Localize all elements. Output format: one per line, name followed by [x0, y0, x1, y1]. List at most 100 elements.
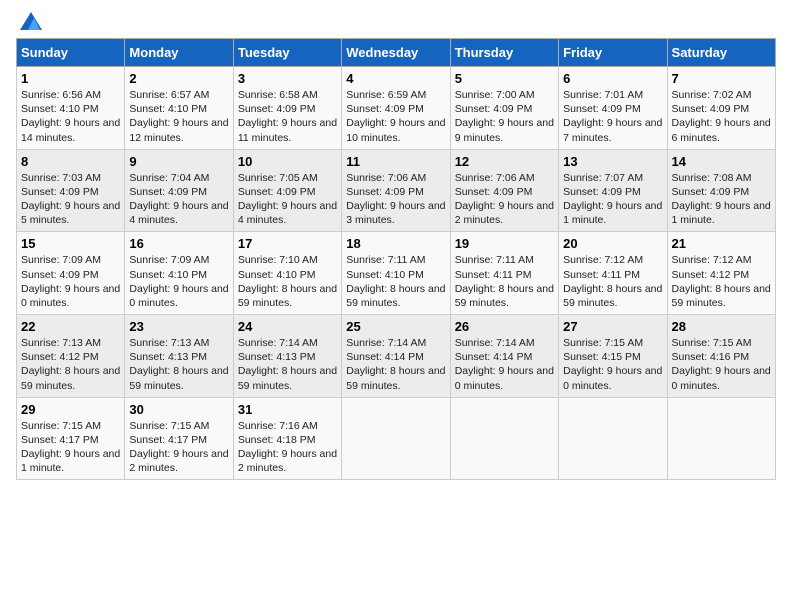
day-info: Sunrise: 7:15 AMSunset: 4:15 PMDaylight:…	[563, 337, 662, 392]
calendar-cell: 2 Sunrise: 6:57 AMSunset: 4:10 PMDaylight…	[125, 67, 233, 150]
calendar-cell: 6 Sunrise: 7:01 AMSunset: 4:09 PMDaylight…	[559, 67, 667, 150]
calendar-cell: 20 Sunrise: 7:12 AMSunset: 4:11 PMDayligh…	[559, 232, 667, 315]
day-number: 18	[346, 236, 445, 251]
day-number: 20	[563, 236, 662, 251]
calendar-cell: 14 Sunrise: 7:08 AMSunset: 4:09 PMDayligh…	[667, 149, 775, 232]
day-number: 16	[129, 236, 228, 251]
calendar-cell: 17 Sunrise: 7:10 AMSunset: 4:10 PMDayligh…	[233, 232, 341, 315]
day-number: 21	[672, 236, 771, 251]
header-monday: Monday	[125, 39, 233, 67]
calendar-cell: 27 Sunrise: 7:15 AMSunset: 4:15 PMDayligh…	[559, 315, 667, 398]
calendar-cell	[559, 397, 667, 480]
calendar-cell: 8 Sunrise: 7:03 AMSunset: 4:09 PMDaylight…	[17, 149, 125, 232]
day-number: 25	[346, 319, 445, 334]
calendar-cell: 28 Sunrise: 7:15 AMSunset: 4:16 PMDayligh…	[667, 315, 775, 398]
day-info: Sunrise: 7:15 AMSunset: 4:17 PMDaylight:…	[129, 420, 228, 475]
day-info: Sunrise: 7:07 AMSunset: 4:09 PMDaylight:…	[563, 172, 662, 227]
header-tuesday: Tuesday	[233, 39, 341, 67]
calendar-cell: 12 Sunrise: 7:06 AMSunset: 4:09 PMDayligh…	[450, 149, 558, 232]
calendar-week-row: 29Sunrise: 7:15 AMSunset: 4:17 PMDayligh…	[17, 397, 776, 480]
calendar-cell: 5 Sunrise: 7:00 AMSunset: 4:09 PMDaylight…	[450, 67, 558, 150]
day-number: 30	[129, 402, 228, 417]
day-info: Sunrise: 7:13 AMSunset: 4:12 PMDaylight:…	[21, 337, 120, 392]
day-number: 14	[672, 154, 771, 169]
day-number: 27	[563, 319, 662, 334]
day-number: 15	[21, 236, 120, 251]
calendar-table: SundayMondayTuesdayWednesdayThursdayFrid…	[16, 38, 776, 480]
day-info: Sunrise: 7:14 AMSunset: 4:14 PMDaylight:…	[346, 337, 445, 392]
day-info: Sunrise: 7:04 AMSunset: 4:09 PMDaylight:…	[129, 172, 228, 227]
day-number: 2	[129, 71, 228, 86]
day-info: Sunrise: 7:14 AMSunset: 4:13 PMDaylight:…	[238, 337, 337, 392]
calendar-week-row: 8 Sunrise: 7:03 AMSunset: 4:09 PMDaylight…	[17, 149, 776, 232]
day-number: 28	[672, 319, 771, 334]
day-number: 31	[238, 402, 337, 417]
calendar-cell: 24 Sunrise: 7:14 AMSunset: 4:13 PMDayligh…	[233, 315, 341, 398]
day-info: Sunrise: 7:09 AMSunset: 4:10 PMDaylight:…	[129, 254, 228, 309]
calendar-cell: 16 Sunrise: 7:09 AMSunset: 4:10 PMDayligh…	[125, 232, 233, 315]
day-number: 8	[21, 154, 120, 169]
calendar-cell: 15 Sunrise: 7:09 AMSunset: 4:09 PMDayligh…	[17, 232, 125, 315]
day-number: 11	[346, 154, 445, 169]
header-sunday: Sunday	[17, 39, 125, 67]
calendar-cell: 25 Sunrise: 7:14 AMSunset: 4:14 PMDayligh…	[342, 315, 450, 398]
calendar-cell: 31 Sunrise: 7:16 AMSunset: 4:18 PMDayligh…	[233, 397, 341, 480]
calendar-cell: 18 Sunrise: 7:11 AMSunset: 4:10 PMDayligh…	[342, 232, 450, 315]
day-info: Sunrise: 7:01 AMSunset: 4:09 PMDaylight:…	[563, 89, 662, 144]
day-info: Sunrise: 7:09 AMSunset: 4:09 PMDaylight:…	[21, 254, 120, 309]
calendar-cell: 7Sunrise: 7:02 AMSunset: 4:09 PMDaylight…	[667, 67, 775, 150]
calendar-week-row: 1 Sunrise: 6:56 AMSunset: 4:10 PMDaylight…	[17, 67, 776, 150]
day-info: Sunrise: 6:56 AMSunset: 4:10 PMDaylight:…	[21, 89, 120, 144]
day-number: 5	[455, 71, 554, 86]
day-info: Sunrise: 7:16 AMSunset: 4:18 PMDaylight:…	[238, 420, 337, 475]
day-info: Sunrise: 6:57 AMSunset: 4:10 PMDaylight:…	[129, 89, 228, 144]
day-info: Sunrise: 7:05 AMSunset: 4:09 PMDaylight:…	[238, 172, 337, 227]
logo	[16, 16, 42, 30]
day-info: Sunrise: 7:00 AMSunset: 4:09 PMDaylight:…	[455, 89, 554, 144]
calendar-cell: 9 Sunrise: 7:04 AMSunset: 4:09 PMDaylight…	[125, 149, 233, 232]
day-number: 3	[238, 71, 337, 86]
day-info: Sunrise: 7:03 AMSunset: 4:09 PMDaylight:…	[21, 172, 120, 227]
day-info: Sunrise: 7:11 AMSunset: 4:10 PMDaylight:…	[346, 254, 445, 309]
day-number: 19	[455, 236, 554, 251]
day-number: 17	[238, 236, 337, 251]
day-info: Sunrise: 7:11 AMSunset: 4:11 PMDaylight:…	[455, 254, 554, 309]
calendar-cell	[450, 397, 558, 480]
calendar-week-row: 15 Sunrise: 7:09 AMSunset: 4:09 PMDayligh…	[17, 232, 776, 315]
day-number: 12	[455, 154, 554, 169]
day-number: 4	[346, 71, 445, 86]
header	[16, 16, 776, 30]
calendar-cell: 19 Sunrise: 7:11 AMSunset: 4:11 PMDayligh…	[450, 232, 558, 315]
calendar-cell: 21 Sunrise: 7:12 AMSunset: 4:12 PMDayligh…	[667, 232, 775, 315]
day-info: Sunrise: 7:15 AMSunset: 4:16 PMDaylight:…	[672, 337, 771, 392]
day-number: 6	[563, 71, 662, 86]
day-info: Sunrise: 7:12 AMSunset: 4:12 PMDaylight:…	[672, 254, 771, 309]
calendar-cell: 4 Sunrise: 6:59 AMSunset: 4:09 PMDaylight…	[342, 67, 450, 150]
calendar-cell: 23 Sunrise: 7:13 AMSunset: 4:13 PMDayligh…	[125, 315, 233, 398]
day-info: Sunrise: 7:10 AMSunset: 4:10 PMDaylight:…	[238, 254, 337, 309]
header-friday: Friday	[559, 39, 667, 67]
day-info: Sunrise: 7:06 AMSunset: 4:09 PMDaylight:…	[455, 172, 554, 227]
day-number: 22	[21, 319, 120, 334]
header-saturday: Saturday	[667, 39, 775, 67]
day-number: 1	[21, 71, 120, 86]
day-number: 24	[238, 319, 337, 334]
logo-icon	[20, 12, 42, 30]
calendar-cell: 11 Sunrise: 7:06 AMSunset: 4:09 PMDayligh…	[342, 149, 450, 232]
calendar-cell: 3Sunrise: 6:58 AMSunset: 4:09 PMDaylight…	[233, 67, 341, 150]
day-info: Sunrise: 7:06 AMSunset: 4:09 PMDaylight:…	[346, 172, 445, 227]
day-info: Sunrise: 7:13 AMSunset: 4:13 PMDaylight:…	[129, 337, 228, 392]
calendar-cell: 13Sunrise: 7:07 AMSunset: 4:09 PMDayligh…	[559, 149, 667, 232]
calendar-cell: 10Sunrise: 7:05 AMSunset: 4:09 PMDayligh…	[233, 149, 341, 232]
day-info: Sunrise: 7:12 AMSunset: 4:11 PMDaylight:…	[563, 254, 662, 309]
day-number: 26	[455, 319, 554, 334]
day-number: 9	[129, 154, 228, 169]
day-info: Sunrise: 7:08 AMSunset: 4:09 PMDaylight:…	[672, 172, 771, 227]
day-info: Sunrise: 7:15 AMSunset: 4:17 PMDaylight:…	[21, 420, 120, 475]
calendar-cell: 29Sunrise: 7:15 AMSunset: 4:17 PMDayligh…	[17, 397, 125, 480]
day-number: 23	[129, 319, 228, 334]
calendar-week-row: 22 Sunrise: 7:13 AMSunset: 4:12 PMDayligh…	[17, 315, 776, 398]
day-info: Sunrise: 6:59 AMSunset: 4:09 PMDaylight:…	[346, 89, 445, 144]
calendar-cell: 1 Sunrise: 6:56 AMSunset: 4:10 PMDaylight…	[17, 67, 125, 150]
day-info: Sunrise: 7:14 AMSunset: 4:14 PMDaylight:…	[455, 337, 554, 392]
